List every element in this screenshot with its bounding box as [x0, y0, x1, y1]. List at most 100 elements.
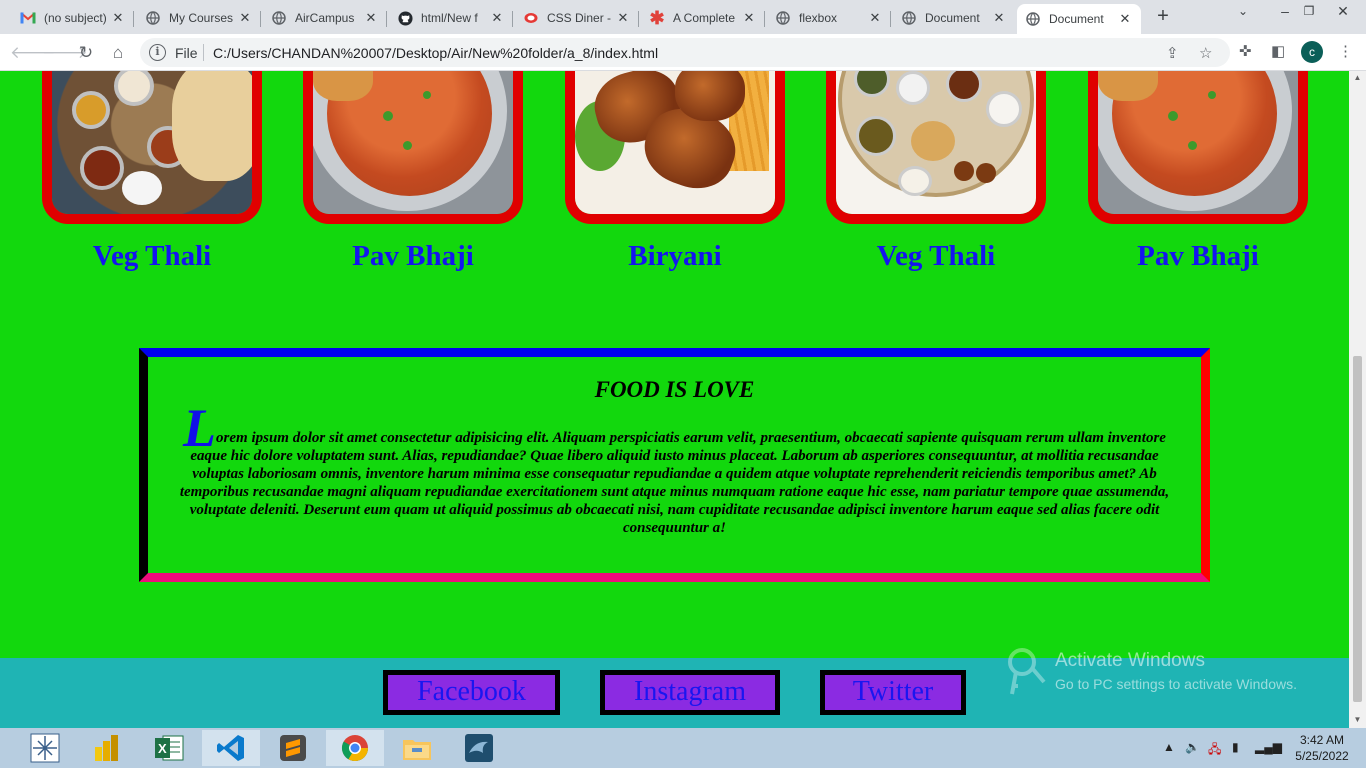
scroll-up-arrow-icon[interactable]: ▲ [1353, 73, 1362, 82]
excel-icon[interactable]: X [140, 730, 198, 766]
menu-icon[interactable]: ⋮ [1338, 42, 1353, 60]
close-icon[interactable]: ✕ [1117, 11, 1133, 27]
close-icon[interactable]: ✕ [615, 10, 631, 26]
globe-icon [145, 10, 161, 26]
food-card: Pav Bhaji [1088, 71, 1308, 273]
network-icon[interactable] [16, 730, 74, 766]
food-image-veg-thali [42, 71, 262, 224]
tab-title: Document [1049, 12, 1104, 26]
tab-title: flexbox [799, 11, 838, 25]
network-error-icon[interactable]: 🖧 [1208, 740, 1221, 761]
tab-title: AirCampus [295, 11, 355, 25]
address-bar[interactable]: i File C:/Users/CHANDAN%20007/Desktop/Ai… [140, 38, 1230, 67]
food-image-biryani [565, 71, 785, 224]
sublime-icon[interactable] [264, 730, 322, 766]
scheme-label: File [175, 45, 198, 61]
close-icon[interactable]: ✕ [489, 10, 505, 26]
facebook-link[interactable]: Facebook [383, 670, 560, 715]
tab-css-diner[interactable]: CSS Diner - ✕ [515, 4, 639, 32]
globe-icon [1025, 11, 1041, 27]
profile-avatar[interactable]: c [1301, 41, 1323, 63]
tab-title: CSS Diner - [547, 11, 612, 25]
close-icon[interactable]: ✕ [741, 10, 757, 26]
globe-icon [271, 10, 287, 26]
tab-title: (no subject) [44, 11, 107, 25]
food-is-love-box: FOOD IS LOVE Lorem ipsum dolor sit amet … [139, 348, 1210, 582]
forward-button[interactable]: 🡒 [42, 41, 88, 65]
reload-button[interactable]: ↻ [74, 41, 98, 65]
close-icon[interactable]: ✕ [867, 10, 883, 26]
food-card: Biryani [565, 71, 785, 273]
globe-icon [901, 10, 917, 26]
food-name: Pav Bhaji [1137, 240, 1259, 272]
tab-aircampus[interactable]: AirCampus ✕ [263, 4, 387, 32]
scroll-down-arrow-icon[interactable]: ▼ [1353, 715, 1362, 724]
extensions-icon[interactable]: ✜ [1239, 42, 1252, 60]
food-image-pav-bhaji [1088, 71, 1308, 224]
tab-flexbox[interactable]: flexbox ✕ [767, 4, 891, 32]
star-icon[interactable]: ☆ [1199, 44, 1212, 62]
tab-title: My Courses [169, 11, 234, 25]
section-paragraph: Lorem ipsum dolor sit amet consectetur a… [170, 401, 1179, 537]
gmail-icon [20, 10, 36, 26]
paragraph-body: orem ipsum dolor sit amet consectetur ad… [179, 430, 1170, 536]
tab-title: html/New f [421, 11, 478, 25]
food-image-pav-bhaji [303, 71, 523, 224]
tab-search-chevron-icon[interactable]: ⌄ [1220, 0, 1266, 30]
side-panel-icon[interactable]: ◧ [1271, 42, 1285, 60]
food-name: Veg Thali [876, 240, 996, 272]
globe-icon [775, 10, 791, 26]
tab-title: Document [925, 11, 980, 25]
clock-time: 3:42 AM [1299, 733, 1345, 747]
windows-taskbar: X ▲ 🔈 🖧 ▮ ▂▄▆ 3:42 AM 5/25/2022 [0, 728, 1366, 768]
tab-github[interactable]: html/New f ✕ [389, 4, 513, 32]
info-icon[interactable]: i [149, 44, 166, 61]
back-button[interactable]: 🡐 [10, 41, 56, 65]
cssdiner-icon [523, 10, 539, 26]
new-tab-button[interactable]: + [1152, 6, 1174, 28]
powerbi-icon[interactable] [78, 730, 136, 766]
close-window-button[interactable]: ✕ [1320, 0, 1366, 30]
close-icon[interactable]: ✕ [110, 10, 126, 26]
vscode-icon[interactable] [202, 730, 260, 766]
page-viewport: Veg Thali Pav Bhaji Biryani Veg Thali Pa… [0, 71, 1349, 728]
food-name: Pav Bhaji [352, 240, 474, 272]
asterisk-icon: ✱ [649, 7, 665, 28]
chrome-icon[interactable] [326, 730, 384, 766]
food-card: Veg Thali [826, 71, 1046, 273]
tab-title: A Complete [673, 11, 736, 25]
food-image-veg-thali [826, 71, 1046, 224]
signal-icon[interactable]: ▂▄▆ [1255, 740, 1282, 754]
tab-document[interactable]: Document ✕ [893, 4, 1015, 32]
close-icon[interactable]: ✕ [363, 10, 379, 26]
close-icon[interactable]: ✕ [237, 10, 253, 26]
file-explorer-icon[interactable] [388, 730, 446, 766]
url-text[interactable]: C:/Users/CHANDAN%20007/Desktop/Air/New%2… [213, 45, 658, 61]
volume-icon[interactable]: 🔈 [1185, 740, 1200, 754]
food-card: Pav Bhaji [303, 71, 523, 273]
clock-date: 5/25/2022 [1295, 749, 1349, 763]
food-name: Veg Thali [92, 240, 212, 272]
mysql-icon[interactable] [450, 730, 508, 766]
food-card: Veg Thali [42, 71, 262, 273]
vertical-scrollbar[interactable]: ▲ ▼ [1349, 71, 1366, 728]
scroll-thumb[interactable] [1353, 356, 1362, 702]
tab-strip: (no subject) ✕ My Courses ✕ AirCampus ✕ … [0, 0, 1366, 34]
instagram-link[interactable]: Instagram [600, 670, 780, 715]
taskbar-clock[interactable]: 3:42 AM 5/25/2022 [1282, 732, 1362, 764]
battery-icon[interactable]: ▮ [1232, 740, 1239, 754]
tab-document-active[interactable]: Document ✕ [1017, 4, 1141, 34]
watermark-subtitle: Go to PC settings to activate Windows. [1055, 676, 1297, 692]
share-icon[interactable]: ⇪ [1166, 44, 1179, 62]
home-button[interactable]: ⌂ [106, 41, 130, 65]
close-icon[interactable]: ✕ [991, 10, 1007, 26]
tab-gmail[interactable]: (no subject) ✕ [12, 4, 134, 32]
tab-my-courses[interactable]: My Courses ✕ [137, 4, 261, 32]
watermark-title: Activate Windows [1055, 650, 1205, 671]
svg-text:X: X [158, 741, 167, 756]
show-hidden-icons-icon[interactable]: ▲ [1163, 740, 1175, 754]
twitter-link[interactable]: Twitter [820, 670, 966, 715]
tab-a-complete[interactable]: ✱ A Complete ✕ [641, 4, 765, 32]
section-title: FOOD IS LOVE [594, 377, 755, 402]
food-name: Biryani [628, 240, 722, 272]
